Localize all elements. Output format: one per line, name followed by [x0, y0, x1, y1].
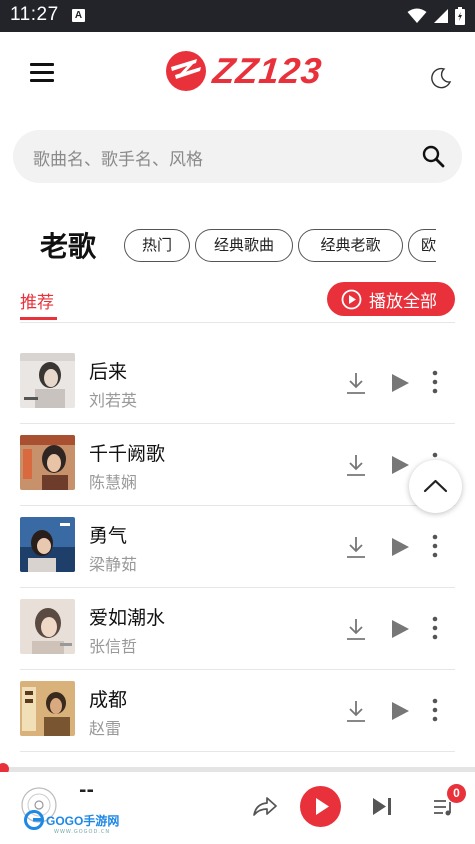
watermark: GOGO手游网 WWW.GOGOD.CN: [24, 810, 120, 835]
song-artist: 赵雷: [89, 719, 122, 738]
signal-icon: [434, 9, 448, 23]
tab-recommended[interactable]: 推荐: [20, 288, 54, 313]
list-item[interactable]: 爱如潮水 张信哲: [0, 588, 475, 670]
download-icon[interactable]: [346, 699, 366, 723]
play-all-label: 播放全部: [369, 291, 437, 312]
tab-indicator: [20, 317, 57, 320]
chevron-up-icon: [423, 479, 448, 493]
notification-icon: A: [72, 9, 85, 22]
album-cover: [20, 681, 75, 736]
queue-count-badge: 0: [447, 784, 466, 803]
album-cover: [20, 517, 75, 572]
song-title: 千千阙歌: [89, 443, 166, 465]
list-item[interactable]: 成都 赵雷: [0, 670, 475, 752]
now-playing-title: --: [79, 780, 94, 801]
download-icon[interactable]: [346, 371, 366, 395]
list-item[interactable]: 千千阙歌 陈慧娴: [0, 424, 475, 506]
divider: [20, 751, 455, 752]
status-icons: [407, 6, 465, 26]
watermark-url: WWW.GOGOD.CN: [54, 829, 111, 835]
download-icon[interactable]: [346, 453, 366, 477]
download-icon[interactable]: [346, 617, 366, 641]
more-icon[interactable]: [430, 370, 440, 394]
logo-mark-icon: [166, 51, 206, 91]
app-logo: ZZ123: [163, 48, 325, 94]
song-artist: 梁静茹: [89, 555, 138, 574]
song-artist: 张信哲: [89, 637, 138, 656]
tag-classic-oldies[interactable]: 经典老歌: [298, 229, 403, 262]
status-time: 11:27: [10, 4, 59, 25]
tag-classic-songs[interactable]: 经典歌曲: [195, 229, 293, 262]
battery-icon: [455, 7, 465, 25]
search-placeholder: 歌曲名、歌手名、风格: [33, 150, 203, 170]
divider: [20, 322, 455, 323]
dark-mode-icon[interactable]: [429, 66, 453, 90]
logo-text: ZZ123: [210, 50, 325, 91]
play-all-button[interactable]: 播放全部: [327, 282, 455, 316]
list-item[interactable]: 后来 刘若英: [0, 342, 475, 424]
share-icon[interactable]: [252, 794, 278, 818]
scroll-top-button[interactable]: [409, 460, 462, 513]
tag-western[interactable]: 欧: [408, 229, 436, 262]
skip-next-icon[interactable]: [372, 797, 393, 816]
song-list: 后来 刘若英 千千阙歌 陈慧娴 勇气 梁静茹 爱如潮水 张信哲 成都 赵雷: [0, 342, 475, 752]
list-item[interactable]: 勇气 梁静茹: [0, 506, 475, 588]
menu-icon[interactable]: [30, 63, 54, 83]
more-icon[interactable]: [430, 616, 440, 640]
watermark-logo-icon: [24, 810, 44, 830]
play-icon[interactable]: [390, 701, 410, 721]
song-title: 爱如潮水: [89, 607, 166, 629]
song-title: 成都: [89, 689, 128, 711]
tag-hot[interactable]: 热门: [124, 229, 190, 262]
play-icon[interactable]: [390, 537, 410, 557]
song-title: 勇气: [89, 525, 128, 547]
search-icon[interactable]: [421, 144, 445, 168]
play-icon[interactable]: [390, 373, 410, 393]
song-artist: 刘若英: [89, 391, 138, 410]
status-bar: 11:27 A: [0, 0, 475, 32]
play-icon[interactable]: [390, 619, 410, 639]
album-cover: [20, 435, 75, 490]
album-cover: [20, 599, 75, 654]
song-title: 后来: [89, 361, 128, 383]
song-artist: 陈慧娴: [89, 473, 138, 492]
category-title: 老歌: [40, 230, 97, 263]
player-bar: -- GOGO手游网 WWW.GOGOD.CN 0: [0, 772, 475, 844]
more-icon[interactable]: [430, 534, 440, 558]
more-icon[interactable]: [430, 698, 440, 722]
album-cover: [20, 353, 75, 408]
watermark-text: GOGO手游网: [46, 813, 120, 828]
search-input[interactable]: 歌曲名、歌手名、风格: [13, 130, 462, 183]
category-tags: 热门 经典歌曲 经典老歌欧: [124, 229, 436, 263]
play-icon[interactable]: [390, 455, 410, 475]
download-icon[interactable]: [346, 535, 366, 559]
wifi-icon: [407, 8, 427, 23]
play-button[interactable]: [300, 786, 341, 827]
play-circle-icon: [341, 289, 362, 309]
play-icon: [316, 798, 329, 815]
